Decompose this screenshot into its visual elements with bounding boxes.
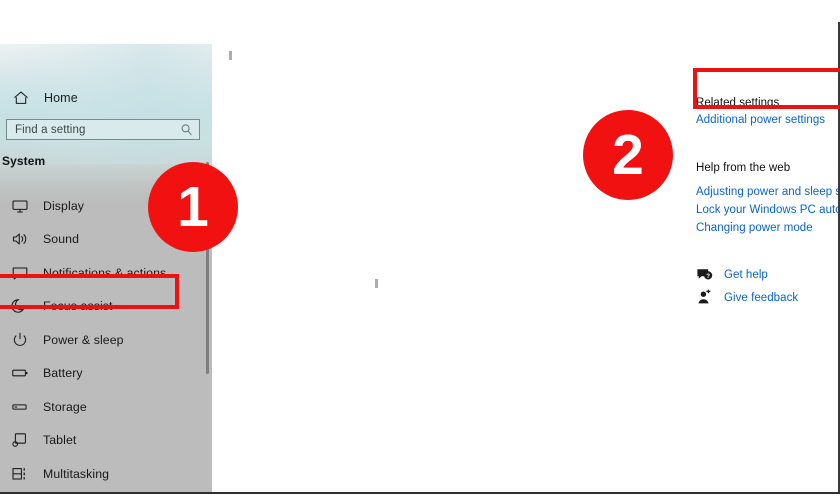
sidebar-item-home[interactable]: Home xyxy=(0,84,200,112)
sidebar-item-label: Focus assist xyxy=(43,299,113,314)
screenshot-root: Home Find a setting System Display Sound… xyxy=(0,0,840,500)
link-additional-power-settings[interactable]: Additional power settings xyxy=(696,114,825,126)
sidebar-item-notifications[interactable]: Notifications & actions xyxy=(0,256,205,290)
sidebar-item-label: Battery xyxy=(43,366,83,381)
help-from-web-heading: Help from the web xyxy=(696,162,791,174)
link-adjusting-power-and-sleep-settings[interactable]: Adjusting power and sleep settings xyxy=(696,186,840,198)
get-help-icon: ? xyxy=(696,266,713,283)
home-label: Home xyxy=(44,91,78,105)
sidebar-item-battery[interactable]: Battery xyxy=(0,357,205,391)
sidebar-item-label: Multitasking xyxy=(43,466,110,481)
settings-sidebar: Home Find a setting System Display Sound… xyxy=(0,44,212,493)
search-placeholder: Find a setting xyxy=(15,123,86,136)
link-lock-your-windows-pc-automatically[interactable]: Lock your Windows PC automatically xyxy=(696,204,840,216)
settings-window: Home Find a setting System Display Sound… xyxy=(0,22,840,493)
step-badge-2: 2 xyxy=(583,110,673,200)
sidebar-item-focus-assist[interactable]: Focus assist xyxy=(0,290,205,324)
step-badge-1: 1 xyxy=(148,162,238,252)
search-icon[interactable] xyxy=(180,123,193,136)
sidebar-group-header: System xyxy=(2,154,46,168)
give-feedback-icon xyxy=(696,289,713,306)
link-changing-power-mode[interactable]: Changing power mode xyxy=(696,222,813,234)
battery-icon xyxy=(11,364,29,382)
give-feedback-label: Give feedback xyxy=(724,291,799,304)
sidebar-item-tablet[interactable]: Tablet xyxy=(0,424,205,458)
sidebar-item-label: Storage xyxy=(43,399,87,414)
tablet-icon xyxy=(11,431,29,449)
svg-text:?: ? xyxy=(706,273,710,280)
cursor-artifact xyxy=(229,51,232,60)
sidebar-item-label: Display xyxy=(43,198,85,213)
related-settings-heading: Related settings xyxy=(696,97,780,109)
speaker-icon xyxy=(11,230,29,248)
monitor-icon xyxy=(11,197,29,215)
sidebar-item-label: Power & sleep xyxy=(43,332,124,347)
power-icon xyxy=(11,331,29,349)
search-input[interactable]: Find a setting xyxy=(6,119,200,140)
window-bottom-border xyxy=(0,492,840,494)
chat-bubble-icon xyxy=(11,264,29,282)
storage-icon xyxy=(11,398,29,416)
multitasking-icon xyxy=(11,465,29,483)
sidebar-item-label: Notifications & actions xyxy=(43,265,167,280)
sidebar-item-storage[interactable]: Storage xyxy=(0,390,205,424)
sidebar-item-power-and-sleep[interactable]: Power & sleep xyxy=(0,323,205,357)
sidebar-item-label: Sound xyxy=(43,232,80,247)
sidebar-item-label: Tablet xyxy=(43,433,77,448)
give-feedback-row[interactable]: Give feedback xyxy=(696,289,798,306)
get-help-label: Get help xyxy=(724,268,768,281)
cursor-artifact xyxy=(375,279,378,288)
sidebar-item-multitasking[interactable]: Multitasking xyxy=(0,457,205,491)
get-help-row[interactable]: ? Get help xyxy=(696,266,768,283)
home-icon xyxy=(12,89,30,107)
moon-icon xyxy=(11,297,29,315)
related-settings-panel: Related settings Additional power settin… xyxy=(693,44,840,493)
